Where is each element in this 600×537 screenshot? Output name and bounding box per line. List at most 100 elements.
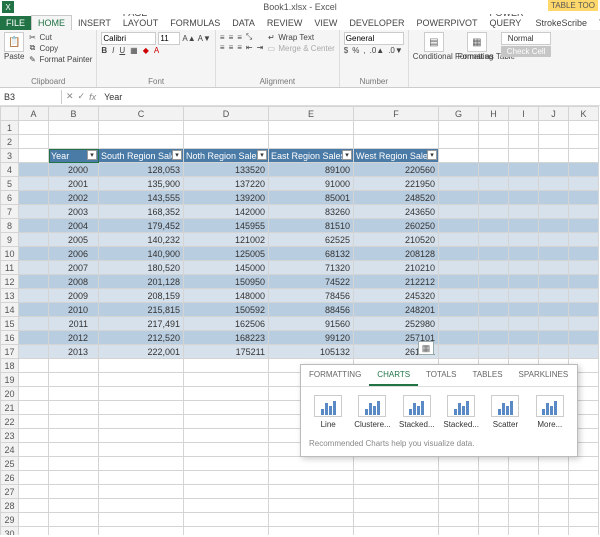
cell[interactable] (479, 177, 509, 191)
row-header[interactable]: 22 (1, 415, 19, 429)
cell[interactable] (49, 401, 99, 415)
cell[interactable] (479, 499, 509, 513)
cell[interactable]: East Region Sales▾ (269, 149, 354, 163)
cell[interactable]: 78456 (269, 289, 354, 303)
col-header-K[interactable]: K (569, 107, 599, 121)
cell[interactable] (19, 499, 49, 513)
cell[interactable]: 62525 (269, 233, 354, 247)
cell[interactable]: 168,352 (99, 205, 184, 219)
cell[interactable] (184, 485, 269, 499)
cell[interactable]: 142000 (184, 205, 269, 219)
filter-dropdown-icon[interactable]: ▾ (257, 150, 267, 160)
cell[interactable] (49, 443, 99, 457)
cell[interactable]: 212212 (354, 275, 439, 289)
cell[interactable] (99, 499, 184, 513)
qa-chart-option[interactable]: Clustere... (353, 395, 391, 429)
cell[interactable] (439, 317, 479, 331)
cell[interactable] (479, 275, 509, 289)
col-header-C[interactable]: C (99, 107, 184, 121)
cell[interactable] (569, 219, 599, 233)
tab-strokescribe[interactable]: StrokeScribe (529, 16, 593, 30)
row-header[interactable]: 26 (1, 471, 19, 485)
cell[interactable]: 105132 (269, 345, 354, 359)
filter-dropdown-icon[interactable]: ▾ (342, 150, 352, 160)
conditional-formatting-button[interactable]: ▤ Conditional Formatting (413, 32, 455, 61)
cell[interactable]: 215,815 (99, 303, 184, 317)
cell[interactable] (539, 205, 569, 219)
tab-home[interactable]: HOME (31, 15, 72, 30)
filter-dropdown-icon[interactable]: ▾ (172, 150, 182, 160)
cell[interactable] (49, 387, 99, 401)
cell[interactable] (569, 345, 599, 359)
format-painter-button[interactable]: ✎Format Painter (27, 54, 92, 64)
cell[interactable]: 2001 (49, 177, 99, 191)
cell[interactable] (19, 387, 49, 401)
cell[interactable] (99, 457, 184, 471)
align-right-icon[interactable]: ≡ (237, 43, 242, 52)
cell[interactable] (479, 163, 509, 177)
indent-inc-icon[interactable]: ⇥ (257, 43, 264, 52)
cell[interactable]: 2002 (49, 191, 99, 205)
cell[interactable] (509, 317, 539, 331)
style-normal[interactable]: Normal (501, 32, 552, 45)
cell[interactable] (439, 331, 479, 345)
row-header[interactable]: 23 (1, 429, 19, 443)
cell[interactable]: 2003 (49, 205, 99, 219)
cell[interactable] (509, 233, 539, 247)
cell[interactable]: 2008 (49, 275, 99, 289)
cell[interactable] (509, 331, 539, 345)
cell[interactable] (49, 359, 99, 373)
cell[interactable]: 243650 (354, 205, 439, 219)
cell[interactable] (19, 457, 49, 471)
cell[interactable] (19, 429, 49, 443)
cell[interactable]: 222,001 (99, 345, 184, 359)
tab-view[interactable]: VIEW (308, 16, 343, 30)
tab-team[interactable]: TEAM (593, 16, 600, 30)
cell[interactable] (479, 247, 509, 261)
number-format-select[interactable] (344, 32, 404, 45)
cell[interactable] (49, 457, 99, 471)
cell[interactable] (439, 163, 479, 177)
cell[interactable] (569, 331, 599, 345)
cell[interactable]: 71320 (269, 261, 354, 275)
cell[interactable] (19, 177, 49, 191)
cell[interactable] (99, 443, 184, 457)
cell[interactable] (539, 191, 569, 205)
cell[interactable] (569, 499, 599, 513)
cell[interactable] (19, 219, 49, 233)
cell[interactable] (354, 513, 439, 527)
decimal-inc-icon[interactable]: .0▲ (370, 46, 385, 55)
cell[interactable] (19, 443, 49, 457)
align-bot-icon[interactable]: ≡ (237, 33, 242, 42)
cell[interactable] (509, 345, 539, 359)
cell[interactable]: 2000 (49, 163, 99, 177)
currency-icon[interactable]: $ (344, 46, 348, 55)
cell[interactable] (569, 527, 599, 536)
cell[interactable] (19, 289, 49, 303)
col-header-A[interactable]: A (19, 107, 49, 121)
cell[interactable] (184, 387, 269, 401)
cell[interactable] (439, 247, 479, 261)
cell[interactable] (19, 401, 49, 415)
cell[interactable] (354, 485, 439, 499)
cell[interactable]: 245320 (354, 289, 439, 303)
cell[interactable] (509, 303, 539, 317)
cell[interactable]: 140,232 (99, 233, 184, 247)
cell[interactable]: 2006 (49, 247, 99, 261)
col-header-[interactable] (1, 107, 19, 121)
cell[interactable] (19, 415, 49, 429)
qa-tab-sparklines[interactable]: SPARKLINES (511, 365, 577, 386)
cell[interactable]: 220560 (354, 163, 439, 177)
col-header-J[interactable]: J (539, 107, 569, 121)
col-header-H[interactable]: H (479, 107, 509, 121)
cell[interactable] (439, 457, 479, 471)
col-header-G[interactable]: G (439, 107, 479, 121)
cell[interactable] (19, 233, 49, 247)
cell[interactable] (99, 513, 184, 527)
paste-button[interactable]: Paste (4, 52, 24, 61)
cell[interactable] (269, 471, 354, 485)
cell[interactable] (539, 457, 569, 471)
cell[interactable] (184, 135, 269, 149)
cell[interactable] (19, 191, 49, 205)
cell[interactable] (439, 499, 479, 513)
